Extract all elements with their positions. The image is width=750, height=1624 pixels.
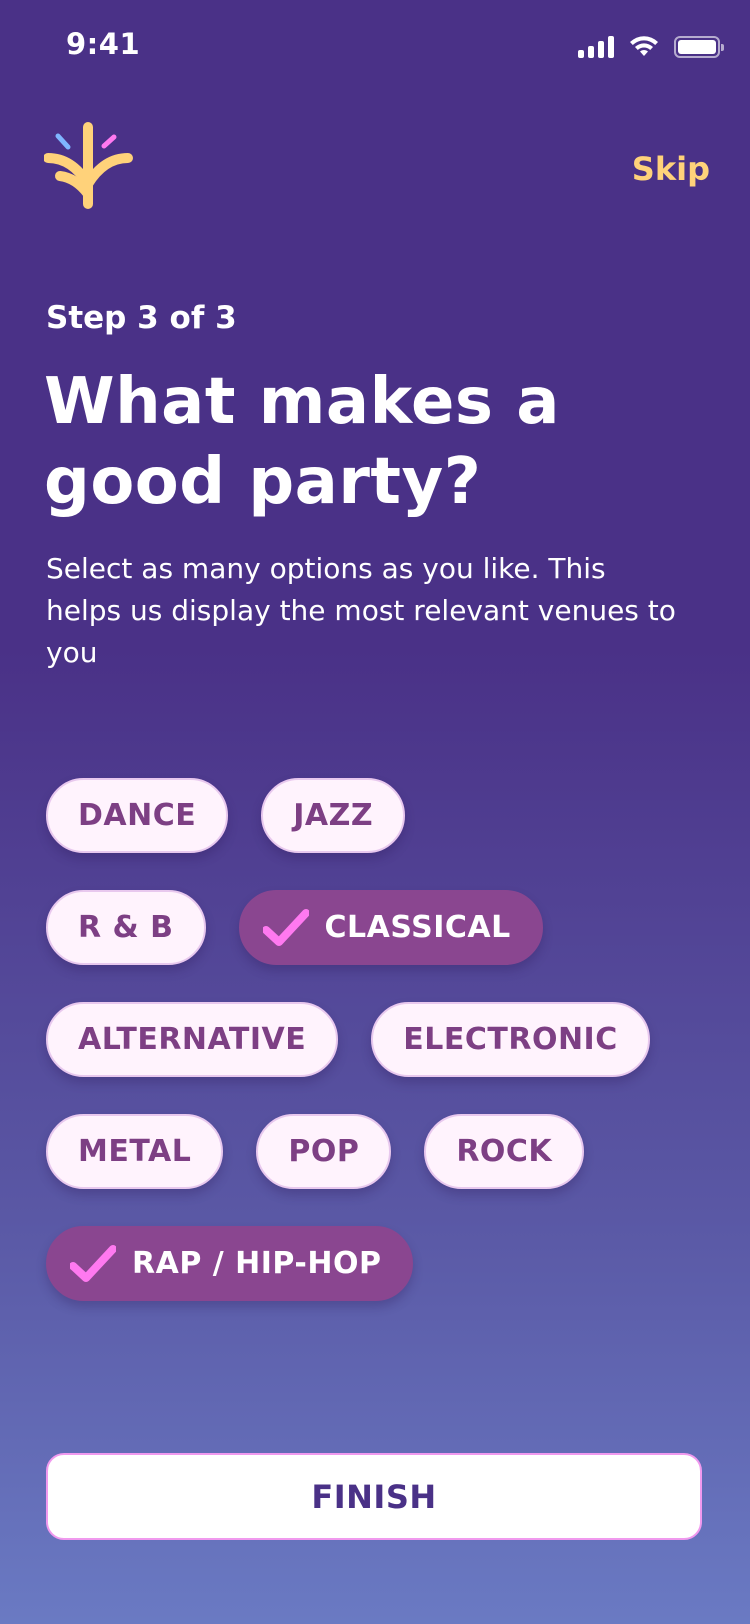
chip-rap-hip-hop[interactable]: RAP / HIP-HOP (46, 1226, 414, 1301)
skip-link[interactable]: Skip (632, 150, 710, 188)
sparkle-logo-icon (44, 122, 133, 209)
chip-rock[interactable]: ROCK (424, 1114, 585, 1189)
status-icons (578, 34, 724, 58)
chip-label: POP (288, 1134, 360, 1169)
status-bar: 9:41 (0, 0, 750, 92)
chip-row: RAP / HIP-HOP (46, 1226, 716, 1301)
chip-label: METAL (78, 1134, 192, 1169)
step-indicator: Step 3 of 3 (46, 300, 237, 336)
chip-dance[interactable]: DANCE (46, 778, 229, 853)
chip-alternative[interactable]: ALTERNATIVE (46, 1002, 339, 1077)
chip-label: JAZZ (293, 798, 374, 833)
status-time: 9:41 (66, 27, 141, 61)
page-subtitle: Select as many options as you like. This… (46, 552, 676, 669)
chip-row: METAL POP ROCK (46, 1114, 716, 1189)
chip-electronic[interactable]: ELECTRONIC (371, 1002, 650, 1077)
chip-label: CLASSICAL (324, 910, 511, 945)
chip-classical[interactable]: CLASSICAL (238, 890, 543, 965)
wifi-icon (630, 36, 658, 56)
chip-label: ROCK (456, 1134, 553, 1169)
cellular-signal-icon (578, 36, 614, 58)
check-icon (70, 1244, 116, 1282)
page-title: What makes a good party? (44, 365, 560, 519)
finish-button[interactable]: FINISH (46, 1453, 702, 1540)
check-icon (262, 908, 309, 946)
chip-row: DANCE JAZZ (46, 778, 716, 853)
chip-row: ALTERNATIVE ELECTRONIC (46, 1002, 716, 1077)
chip-pop[interactable]: POP (256, 1114, 392, 1189)
chip-row: R & B CLASSICAL (46, 890, 716, 965)
chip-jazz[interactable]: JAZZ (261, 778, 406, 853)
genre-chip-group: DANCE JAZZ R & B CLASSICAL ALTERNATIVE E… (46, 778, 716, 1338)
battery-icon (674, 36, 724, 58)
chip-label: R & B (78, 910, 174, 945)
chip-label: DANCE (78, 798, 197, 833)
chip-label: ELECTRONIC (403, 1022, 618, 1057)
chip-r-and-b[interactable]: R & B (46, 890, 206, 965)
chip-label: RAP / HIP-HOP (132, 1246, 382, 1281)
chip-label: ALTERNATIVE (78, 1022, 307, 1057)
chip-metal[interactable]: METAL (46, 1114, 224, 1189)
